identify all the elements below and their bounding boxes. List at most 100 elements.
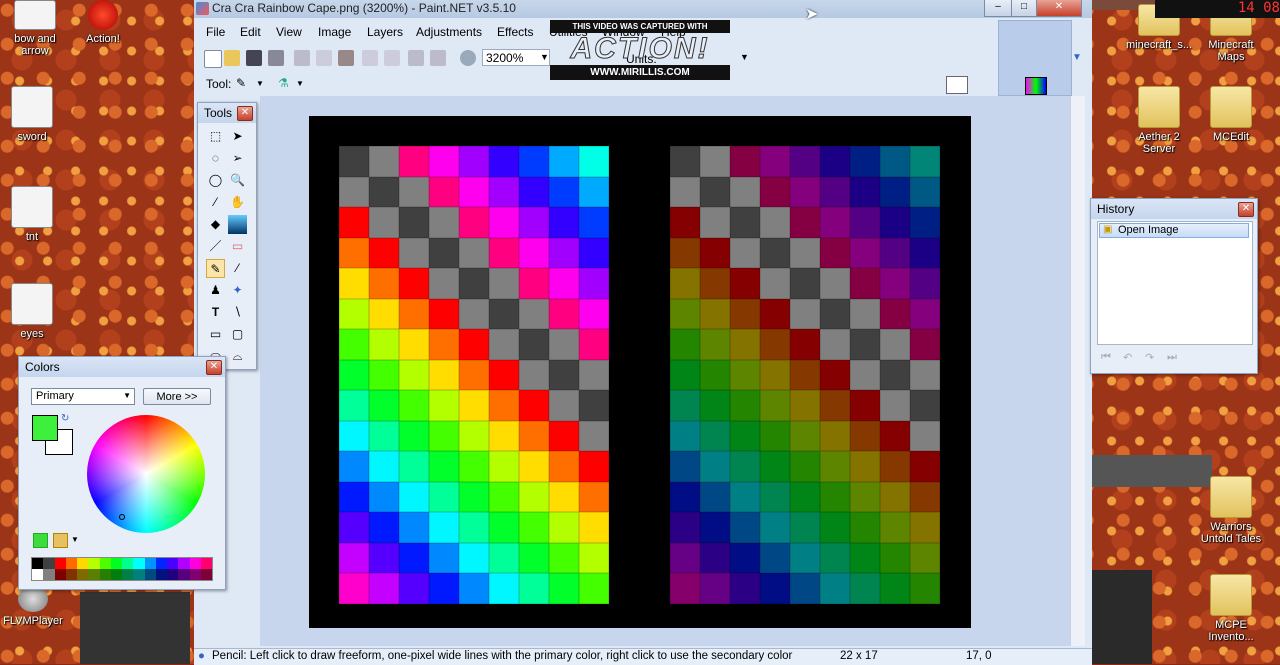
pixel-cell[interactable] xyxy=(760,573,790,604)
pixel-cell[interactable] xyxy=(429,512,459,543)
pixel-cell[interactable] xyxy=(760,237,790,268)
pixel-cell[interactable] xyxy=(429,268,459,299)
color-palette[interactable] xyxy=(31,557,213,581)
pixel-cell[interactable] xyxy=(790,298,820,329)
pixel-cell[interactable] xyxy=(670,146,700,177)
pixel-cell[interactable] xyxy=(670,298,700,329)
pixel-cell[interactable] xyxy=(429,390,459,421)
pixel-cell[interactable] xyxy=(339,420,369,451)
palette-swatch[interactable] xyxy=(54,569,66,580)
pixel-cell[interactable] xyxy=(790,512,820,543)
chevron-down-icon[interactable]: ▼ xyxy=(740,52,749,62)
pixel-cell[interactable] xyxy=(820,573,850,604)
palette-swatch[interactable] xyxy=(189,558,201,569)
colors-close-button[interactable]: ✕ xyxy=(206,360,222,375)
pixel-cell[interactable] xyxy=(369,207,399,238)
pixel-cell[interactable] xyxy=(369,481,399,512)
pixel-cell[interactable] xyxy=(489,146,519,177)
pixel-cell[interactable] xyxy=(579,512,609,543)
pixel-cell[interactable] xyxy=(429,573,459,604)
pixel-cell[interactable] xyxy=(910,390,940,421)
pixel-cell[interactable] xyxy=(730,298,760,329)
zoom-out-icon[interactable] xyxy=(460,50,476,66)
pixel-cell[interactable] xyxy=(790,390,820,421)
pixel-cell[interactable] xyxy=(850,451,880,482)
pixel-cell[interactable] xyxy=(910,237,940,268)
cape-front-grid[interactable] xyxy=(339,146,609,604)
palette-swatch[interactable] xyxy=(200,558,212,569)
pixel-cell[interactable] xyxy=(549,542,579,573)
pixel-cell[interactable] xyxy=(399,207,429,238)
pixel-cell[interactable] xyxy=(519,542,549,573)
pixel-cell[interactable] xyxy=(670,207,700,238)
pixel-cell[interactable] xyxy=(790,451,820,482)
pixel-cell[interactable] xyxy=(489,298,519,329)
close-button[interactable]: ✕ xyxy=(1036,0,1082,17)
pixel-cell[interactable] xyxy=(850,512,880,543)
pixel-cell[interactable] xyxy=(369,542,399,573)
desktop-icon-mcedit[interactable]: MCEdit xyxy=(1196,86,1266,143)
pixel-cell[interactable] xyxy=(880,237,910,268)
pixel-cell[interactable] xyxy=(850,390,880,421)
palette-swatch[interactable] xyxy=(189,569,201,580)
pixel-cell[interactable] xyxy=(910,512,940,543)
more-button[interactable]: More >> xyxy=(143,388,211,405)
pixel-cell[interactable] xyxy=(339,146,369,177)
pixel-cell[interactable] xyxy=(850,573,880,604)
desktop-icon-aether-2-server[interactable]: Aether 2 Server xyxy=(1124,86,1194,155)
pixel-cell[interactable] xyxy=(549,237,579,268)
pixel-cell[interactable] xyxy=(459,359,489,390)
pixel-cell[interactable] xyxy=(489,207,519,238)
pixel-cell[interactable] xyxy=(730,146,760,177)
pixel-cell[interactable] xyxy=(459,451,489,482)
paste-icon[interactable] xyxy=(338,50,354,66)
chevron-down-icon[interactable]: ▼ xyxy=(256,79,264,88)
pixel-cell[interactable] xyxy=(760,268,790,299)
pixel-cell[interactable] xyxy=(730,481,760,512)
primary-secondary-select[interactable]: Primary ▼ xyxy=(31,388,135,405)
pixel-cell[interactable] xyxy=(459,176,489,207)
pixel-cell[interactable] xyxy=(760,390,790,421)
pixel-cell[interactable] xyxy=(579,420,609,451)
pixel-cell[interactable] xyxy=(910,481,940,512)
pixel-cell[interactable] xyxy=(579,359,609,390)
pixel-cell[interactable] xyxy=(369,512,399,543)
pixel-cell[interactable] xyxy=(730,451,760,482)
palette-swatch[interactable] xyxy=(167,558,179,569)
pixel-cell[interactable] xyxy=(880,512,910,543)
pixel-cell[interactable] xyxy=(790,207,820,238)
print-icon[interactable] xyxy=(268,50,284,66)
pixel-cell[interactable] xyxy=(339,390,369,421)
line-curve-icon[interactable]: ∖ xyxy=(228,303,247,322)
pixel-cell[interactable] xyxy=(459,268,489,299)
pixel-cell[interactable] xyxy=(369,237,399,268)
freeform-shape-icon[interactable]: ⌓ xyxy=(228,347,247,366)
pixel-cell[interactable] xyxy=(369,146,399,177)
menu-layers[interactable]: Layers xyxy=(367,25,403,39)
palette-swatch[interactable] xyxy=(43,558,55,569)
pixel-cell[interactable] xyxy=(880,481,910,512)
pixel-cell[interactable] xyxy=(339,451,369,482)
pixel-cell[interactable] xyxy=(579,146,609,177)
desktop-icon-warriors-untold-tales[interactable]: Warriors Untold Tales xyxy=(1196,476,1266,545)
pixel-cell[interactable] xyxy=(790,176,820,207)
pixel-cell[interactable] xyxy=(429,329,459,360)
pixel-cell[interactable] xyxy=(880,390,910,421)
pixel-cell[interactable] xyxy=(369,359,399,390)
ellipse-select-icon[interactable]: ◯ xyxy=(206,171,225,190)
palette-swatch[interactable] xyxy=(122,569,134,580)
palette-swatch[interactable] xyxy=(133,558,145,569)
pixel-cell[interactable] xyxy=(760,420,790,451)
move-selected-icon[interactable]: ➤ xyxy=(228,127,247,146)
pixel-cell[interactable] xyxy=(399,390,429,421)
pixel-cell[interactable] xyxy=(700,481,730,512)
clone-stamp-icon[interactable]: ♟ xyxy=(206,281,225,300)
pixel-cell[interactable] xyxy=(429,359,459,390)
pixel-cell[interactable] xyxy=(820,329,850,360)
canvas-area[interactable] xyxy=(260,96,1070,646)
deselect-icon[interactable] xyxy=(384,50,400,66)
history-first-icon[interactable]: ⏮ xyxy=(1101,351,1111,364)
pixel-cell[interactable] xyxy=(369,176,399,207)
chevron-down-icon[interactable]: ▼ xyxy=(71,535,79,544)
blend-mode-icon[interactable]: ⚗ xyxy=(278,76,289,90)
